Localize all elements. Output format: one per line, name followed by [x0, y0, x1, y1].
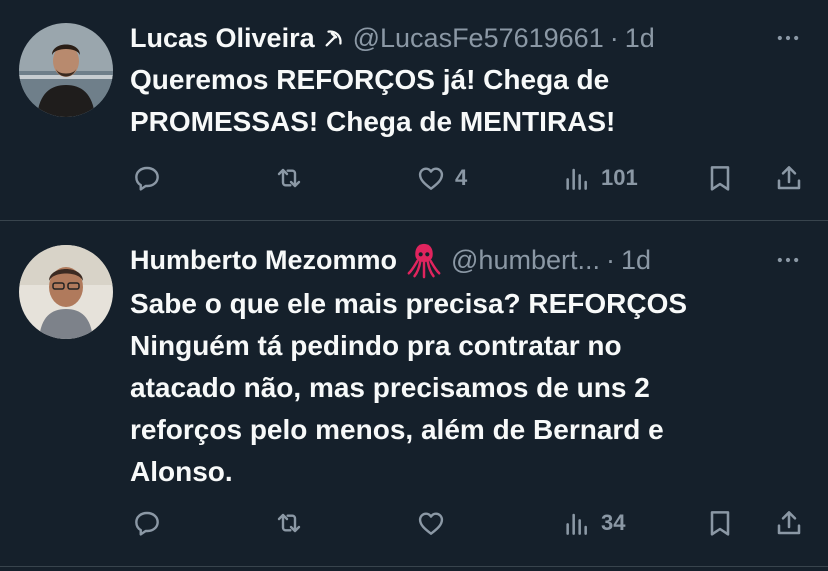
tweet-text-line: Sabe o que ele mais precisa? REFORÇOS	[130, 288, 688, 319]
tweet[interactable]: Lucas Oliveira @LucasFe57619661 · 1d Que…	[0, 0, 828, 221]
separator-dot: ·	[609, 23, 619, 53]
separator-dot: ·	[605, 245, 615, 275]
analytics-icon	[566, 513, 587, 535]
like-button[interactable]: 4	[415, 158, 467, 198]
bookmark-button[interactable]	[704, 158, 736, 198]
view-count: 34	[601, 510, 626, 535]
more-options-button[interactable]	[772, 22, 804, 54]
tweet-text-line: Ninguém tá pedindo pra contratar no	[130, 330, 622, 361]
display-name[interactable]: Humberto Mezommo	[130, 244, 397, 276]
views-button[interactable]: 101	[561, 158, 638, 198]
tweet-header: Humberto Mezommo @humbert... · 1d	[130, 241, 804, 279]
retweet-icon	[277, 513, 301, 533]
retweet-button[interactable]	[273, 158, 305, 198]
heart-icon	[418, 167, 444, 190]
tweet-header: Lucas Oliveira @LucasFe57619661 · 1d	[130, 22, 804, 54]
reply-feed: Lucas Oliveira @LucasFe57619661 · 1d Que…	[0, 0, 828, 571]
tweet-text: Sabe o que ele mais precisa? REFORÇOS Ni…	[130, 283, 780, 493]
tweet-text-line: atacado não, mas precisamos de uns 2	[130, 372, 650, 403]
share-button[interactable]	[773, 503, 805, 543]
retweet-button[interactable]	[273, 503, 305, 543]
hammer-sickle-icon	[323, 27, 345, 49]
like-button[interactable]	[415, 503, 447, 543]
share-button[interactable]	[773, 158, 805, 198]
reply-icon	[135, 511, 159, 536]
timestamp[interactable]: 1d	[621, 244, 651, 276]
analytics-icon	[566, 168, 587, 190]
bookmark-icon	[710, 166, 730, 191]
share-icon	[777, 166, 801, 190]
bookmark-button[interactable]	[704, 503, 736, 543]
tweet-text-line: Queremos REFORÇOS já! Chega de	[130, 64, 610, 95]
user-handle[interactable]: @LucasFe57619661	[353, 22, 604, 54]
reply-button[interactable]	[131, 158, 163, 198]
more-icon	[777, 35, 799, 41]
like-count: 4	[455, 165, 468, 190]
more-options-button[interactable]	[772, 244, 804, 276]
reply-icon	[135, 166, 159, 191]
tweet-actions: 4 101	[0, 158, 828, 198]
view-count: 101	[601, 165, 638, 190]
timestamp[interactable]: 1d	[625, 22, 655, 54]
avatar[interactable]	[19, 245, 113, 339]
tweet-actions: 34	[0, 503, 828, 543]
bookmark-icon	[710, 511, 730, 536]
tweet-text-line: reforços pelo menos, além de Bernard e	[130, 414, 664, 445]
tweet-text-line: Alonso.	[130, 456, 233, 487]
tweet[interactable]: Humberto Mezommo @humbert... · 1d Sabe o…	[0, 222, 828, 567]
avatar[interactable]	[19, 23, 113, 117]
reply-button[interactable]	[131, 503, 163, 543]
heart-icon	[418, 512, 444, 535]
tweet-text: Queremos REFORÇOS já! Chega de PROMESSAS…	[130, 59, 780, 143]
squid-emoji-icon	[405, 241, 443, 279]
user-handle[interactable]: @humbert...	[451, 244, 600, 276]
display-name[interactable]: Lucas Oliveira	[130, 22, 315, 54]
views-button[interactable]: 34	[561, 503, 625, 543]
retweet-icon	[277, 168, 301, 188]
tweet-text-line: PROMESSAS! Chega de MENTIRAS!	[130, 106, 616, 137]
share-icon	[777, 511, 801, 535]
more-icon	[777, 257, 799, 263]
